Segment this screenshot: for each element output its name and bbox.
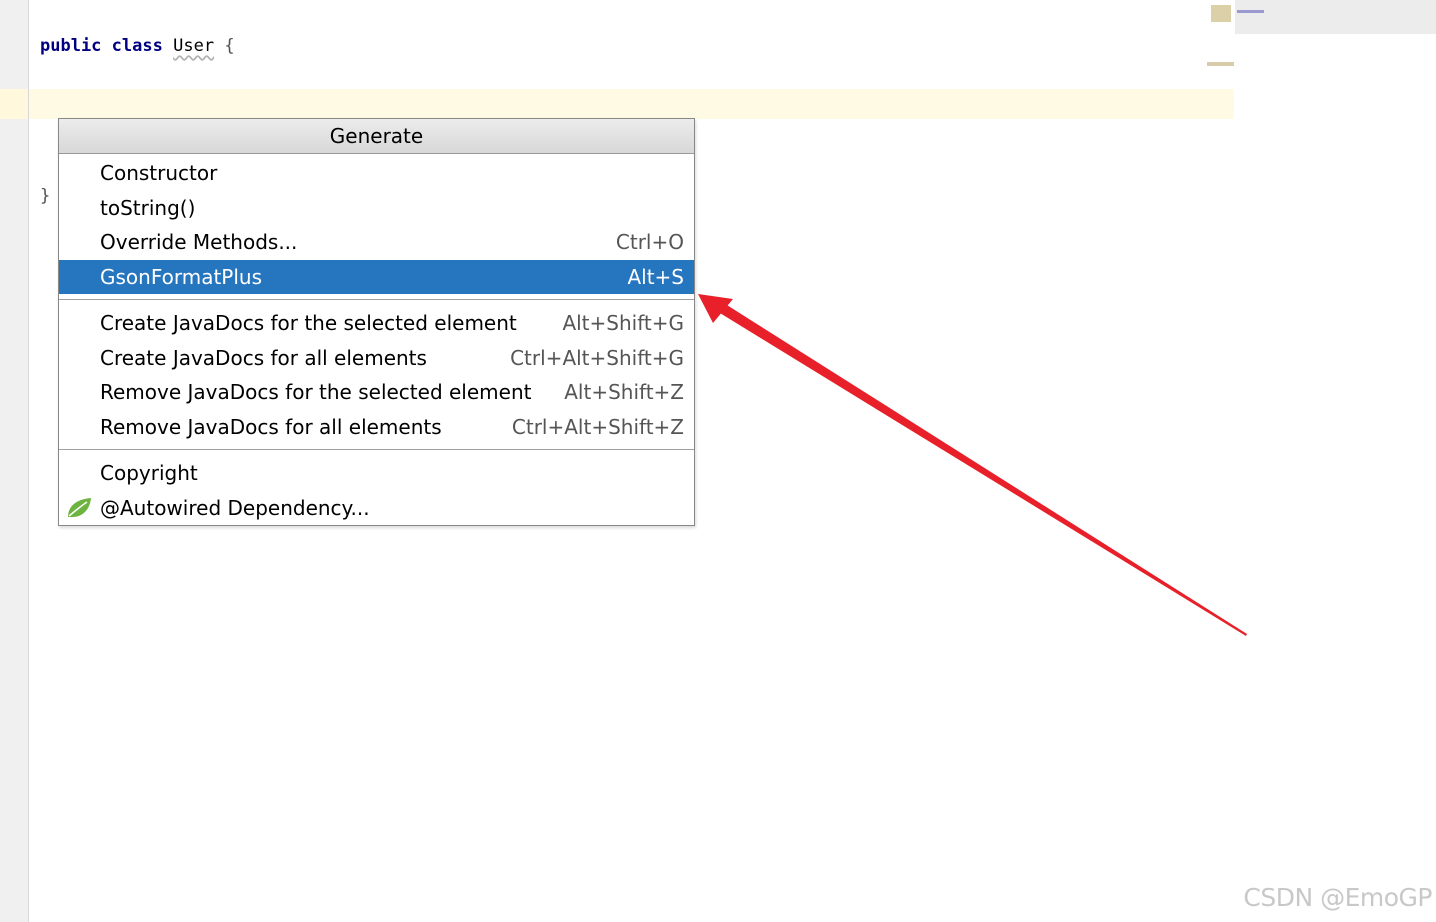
- menu-item-shortcut: Alt+S: [627, 264, 684, 289]
- menu-item-label: toString(): [100, 195, 196, 220]
- scrollbar-marker[interactable]: [1207, 62, 1234, 66]
- menu-item-copyright[interactable]: Copyright: [59, 456, 694, 491]
- menu-item-label: Copyright: [100, 461, 198, 485]
- open-brace: {: [224, 36, 235, 56]
- menu-group-other: Copyright @Autowired Dependency...: [59, 456, 694, 525]
- menu-item-label: Constructor: [100, 161, 218, 185]
- menu-group-generators: Constructor toString() Override Methods.…: [59, 154, 694, 294]
- popup-title: Generate: [59, 119, 694, 154]
- menu-item-shortcut: Alt+Shift+G: [562, 311, 684, 335]
- menu-item-gsonformatplus[interactable]: GsonFormatPlus Alt+S: [59, 259, 694, 294]
- code-line-class-declaration[interactable]: public class User {: [40, 36, 235, 56]
- menu-item-tostring[interactable]: toString(): [59, 191, 694, 226]
- minimap-panel: [1235, 0, 1436, 34]
- code-line-close-brace[interactable]: }: [40, 186, 50, 206]
- menu-item-shortcut: Ctrl+Alt+Shift+G: [510, 345, 684, 370]
- menu-item-override-methods[interactable]: Override Methods... Ctrl+O: [59, 225, 694, 260]
- menu-item-label: Remove JavaDocs for all elements: [100, 414, 442, 439]
- menu-item-create-javadocs-all[interactable]: Create JavaDocs for all elements Ctrl+Al…: [59, 341, 694, 376]
- menu-item-label: @Autowired Dependency...: [100, 495, 370, 520]
- menu-item-label: Remove JavaDocs for the selected element: [100, 380, 532, 404]
- menu-group-javadocs: Create JavaDocs for the selected element…: [59, 306, 694, 444]
- menu-separator: [59, 299, 694, 300]
- menu-item-shortcut: Ctrl+Alt+Shift+Z: [511, 414, 684, 439]
- menu-item-create-javadocs-selected[interactable]: Create JavaDocs for the selected element…: [59, 306, 694, 341]
- menu-item-label: Create JavaDocs for all elements: [100, 345, 427, 370]
- class-name: User: [173, 36, 215, 56]
- menu-item-remove-javadocs-selected[interactable]: Remove JavaDocs for the selected element…: [59, 375, 694, 410]
- menu-item-constructor[interactable]: Constructor: [59, 156, 694, 191]
- watermark: CSDN @EmoGP: [1243, 883, 1432, 912]
- annotation-arrow-head: [698, 294, 733, 323]
- editor-gutter: [0, 0, 29, 922]
- menu-item-label: Override Methods...: [100, 230, 298, 254]
- menu-item-remove-javadocs-all[interactable]: Remove JavaDocs for all elements Ctrl+Al…: [59, 410, 694, 445]
- generate-popup: Generate Constructor toString() Override…: [58, 118, 695, 526]
- menu-item-autowired-dependency[interactable]: @Autowired Dependency...: [59, 491, 694, 526]
- menu-separator: [59, 449, 694, 450]
- current-line-highlight: [29, 89, 1234, 119]
- menu-item-shortcut: Alt+Shift+Z: [564, 380, 684, 404]
- keyword-class: class: [111, 36, 163, 56]
- keyword-public: public: [40, 36, 102, 56]
- gutter-current-line: [0, 89, 28, 119]
- editor-status-marker[interactable]: [1211, 5, 1231, 22]
- spring-leaf-icon: [68, 497, 91, 517]
- close-brace: }: [40, 186, 51, 206]
- menu-item-label: GsonFormatPlus: [100, 264, 263, 289]
- annotation-arrow-shaft: [715, 300, 1247, 636]
- menu-item-label: Create JavaDocs for the selected element: [100, 311, 517, 335]
- menu-item-shortcut: Ctrl+O: [615, 230, 684, 254]
- minimap-indicator: [1237, 10, 1264, 13]
